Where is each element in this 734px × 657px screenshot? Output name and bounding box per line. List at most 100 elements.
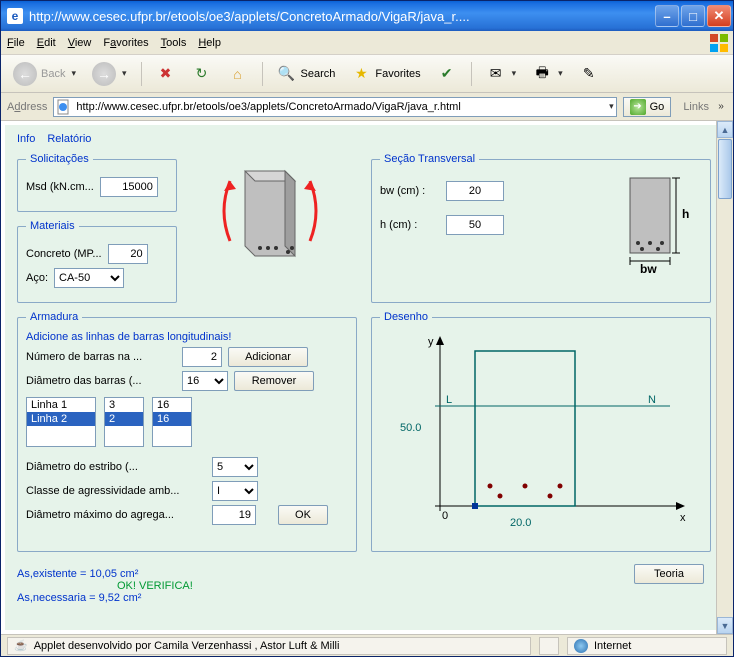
verifica-text: OK! VERIFICA! bbox=[117, 580, 634, 592]
classe-select[interactable]: I bbox=[212, 481, 258, 501]
list-item[interactable]: Linha 1 bbox=[27, 398, 95, 412]
list-item[interactable]: 2 bbox=[105, 412, 143, 426]
as-existente: As,existente = 10,05 cm² bbox=[17, 568, 634, 580]
url-dropdown-icon[interactable]: ▾ bbox=[609, 101, 614, 112]
ok-button[interactable]: OK bbox=[278, 505, 328, 525]
nbar-list[interactable]: 3 2 bbox=[104, 397, 144, 447]
svg-text:L: L bbox=[446, 394, 452, 406]
numbar-input[interactable] bbox=[182, 347, 222, 367]
windows-logo-icon bbox=[709, 33, 729, 53]
diam-list[interactable]: 16 16 bbox=[152, 397, 192, 447]
status-cell-empty bbox=[539, 637, 559, 655]
menubar: File Edit View Favorites Tools Help bbox=[1, 31, 733, 55]
scrollbar-track[interactable] bbox=[717, 200, 733, 617]
armadura-lists: Linha 1 Linha 2 3 2 16 16 bbox=[26, 397, 348, 447]
scroll-down-arrow-icon[interactable]: ▼ bbox=[717, 617, 733, 634]
relatorio-link[interactable]: Relatório bbox=[47, 133, 91, 145]
go-label: Go bbox=[650, 101, 665, 113]
teoria-button[interactable]: Teoria bbox=[634, 564, 704, 584]
back-arrow-icon: ← bbox=[13, 62, 37, 86]
page-icon bbox=[56, 99, 72, 115]
menu-favorites[interactable]: Favorites bbox=[103, 37, 148, 49]
menu-tools[interactable]: Tools bbox=[161, 37, 187, 49]
magnifier-icon: 🔍 bbox=[277, 64, 297, 84]
maximize-button[interactable]: □ bbox=[681, 5, 705, 27]
aco-select[interactable]: CA-50 bbox=[54, 268, 124, 288]
menu-help[interactable]: Help bbox=[198, 37, 221, 49]
forward-button[interactable]: → ▾ bbox=[86, 60, 133, 88]
adicionar-button[interactable]: Adicionar bbox=[228, 347, 308, 367]
diambar-label: Diâmetro das barras (... bbox=[26, 375, 176, 387]
secao-fieldset: Seção Transversal bw (cm) : h (cm) : bbox=[371, 153, 711, 303]
solicitacoes-legend: Solicitações bbox=[26, 153, 93, 165]
aco-label: Aço: bbox=[26, 272, 48, 284]
concreto-input[interactable] bbox=[108, 244, 148, 264]
agreg-input[interactable] bbox=[212, 505, 256, 525]
minimize-button[interactable]: – bbox=[655, 5, 679, 27]
menu-edit[interactable]: Edit bbox=[37, 37, 56, 49]
edit-icon: ✎ bbox=[579, 64, 599, 84]
estribo-select[interactable]: 5 bbox=[212, 457, 258, 477]
vertical-scrollbar[interactable]: ▲ ▼ bbox=[716, 121, 733, 634]
linhas-list[interactable]: Linha 1 Linha 2 bbox=[26, 397, 96, 447]
svg-text:50.0: 50.0 bbox=[400, 422, 421, 434]
address-label: Address bbox=[7, 101, 47, 113]
zone-text: Internet bbox=[594, 640, 631, 652]
stop-button[interactable]: ✖ bbox=[150, 60, 182, 88]
list-item[interactable]: Linha 2 bbox=[27, 412, 95, 426]
statusbar: ☕ Applet desenvolvido por Camila Verzenh… bbox=[1, 634, 733, 656]
address-input-group: ▾ bbox=[53, 97, 616, 117]
armadura-hint: Adicione as linhas de barras longitudina… bbox=[26, 331, 348, 343]
stop-icon: ✖ bbox=[156, 64, 176, 84]
desenho-fieldset: Desenho y x 0 L bbox=[371, 311, 711, 552]
search-label: Search bbox=[301, 68, 336, 80]
dropdown-arrow-icon: ▾ bbox=[122, 68, 127, 79]
svg-text:20.0: 20.0 bbox=[510, 517, 531, 529]
mail-button[interactable]: ✉▾ bbox=[480, 60, 523, 88]
url-input[interactable] bbox=[72, 101, 607, 113]
edit-button[interactable]: ✎ bbox=[573, 60, 605, 88]
solicitacoes-fieldset: Solicitações Msd (kN.cm... bbox=[17, 153, 177, 212]
favorites-button[interactable]: ★Favorites bbox=[345, 60, 426, 88]
estribo-label: Diâmetro do estribo (... bbox=[26, 461, 206, 473]
close-button[interactable]: ✕ bbox=[707, 5, 731, 27]
links-label[interactable]: Links bbox=[677, 101, 709, 113]
back-button[interactable]: ← Back ▾ bbox=[7, 60, 82, 88]
h-input[interactable] bbox=[446, 215, 504, 235]
armadura-legend: Armadura bbox=[26, 311, 82, 323]
home-button[interactable]: ⌂ bbox=[222, 60, 254, 88]
scroll-up-arrow-icon[interactable]: ▲ bbox=[717, 121, 733, 138]
menu-view[interactable]: View bbox=[68, 37, 92, 49]
diambar-select[interactable]: 16 bbox=[182, 371, 228, 391]
search-button[interactable]: 🔍 Search bbox=[271, 60, 342, 88]
back-label: Back bbox=[41, 68, 65, 80]
msd-input[interactable] bbox=[100, 177, 158, 197]
go-button[interactable]: ➔ Go bbox=[623, 97, 672, 117]
list-item[interactable]: 3 bbox=[105, 398, 143, 412]
home-icon: ⌂ bbox=[228, 64, 248, 84]
address-bar: Address ▾ ➔ Go Links » bbox=[1, 93, 733, 121]
svg-text:y: y bbox=[428, 336, 434, 348]
history-button[interactable]: ✔ bbox=[431, 60, 463, 88]
info-link[interactable]: Info bbox=[17, 133, 35, 145]
scrollbar-thumb[interactable] bbox=[718, 139, 732, 199]
remover-button[interactable]: Remover bbox=[234, 371, 314, 391]
bw-input[interactable] bbox=[446, 181, 504, 201]
refresh-button[interactable]: ↻ bbox=[186, 60, 218, 88]
window-title: http://www.cesec.ufpr.br/etools/oe3/appl… bbox=[29, 9, 655, 24]
list-item[interactable]: 16 bbox=[153, 412, 191, 426]
chevron-right-icon[interactable]: » bbox=[715, 93, 727, 121]
materiais-fieldset: Materiais Concreto (MP... Aço: CA-50 bbox=[17, 220, 177, 303]
svg-text:bw: bw bbox=[640, 262, 657, 273]
cross-section-icon: h bw bbox=[612, 173, 702, 276]
list-item[interactable]: 16 bbox=[153, 398, 191, 412]
beam-3d-icon bbox=[185, 153, 345, 273]
content-scroll: Info Relatório Solicitações Msd (kN.cm..… bbox=[1, 121, 733, 634]
concreto-label: Concreto (MP... bbox=[26, 248, 102, 260]
mail-icon: ✉ bbox=[486, 64, 506, 84]
globe-icon bbox=[574, 639, 588, 653]
print-button[interactable]: 🖶▾ bbox=[526, 60, 569, 88]
numbar-label: Número de barras na ... bbox=[26, 351, 176, 363]
agreg-label: Diâmetro máximo do agrega... bbox=[26, 509, 206, 521]
menu-file[interactable]: File bbox=[7, 37, 25, 49]
